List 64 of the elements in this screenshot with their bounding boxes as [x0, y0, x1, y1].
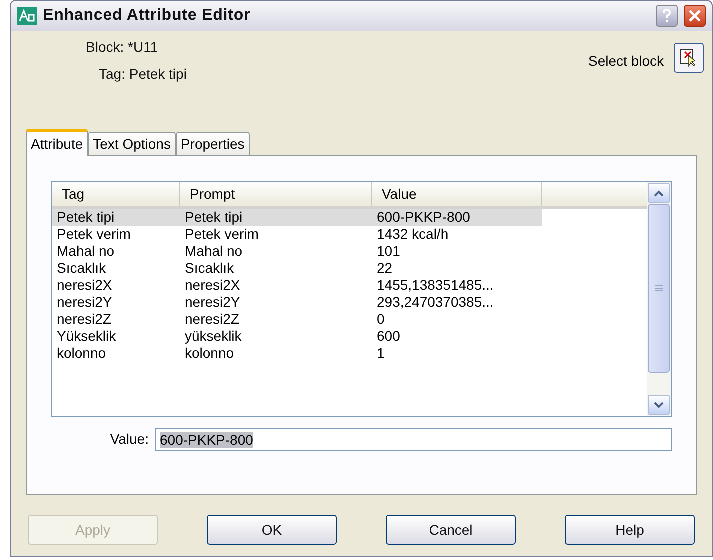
tab[interactable]: Properties [176, 132, 250, 155]
help-button[interactable] [656, 5, 678, 27]
table-cell-text: 101 [376, 243, 402, 260]
tag-label: Tag: Petek tipi [99, 65, 187, 84]
column-header[interactable]: Value [372, 182, 542, 206]
grip-icon [655, 285, 663, 292]
scroll-up-button[interactable] [648, 183, 670, 203]
table-cell-text: yükseklik [184, 328, 243, 345]
chevron-up-icon [654, 190, 664, 196]
table-row[interactable]: Sıcaklık Sıcaklık 22 [52, 260, 542, 277]
app-logo-icon [17, 7, 37, 25]
question-mark-icon [662, 9, 672, 23]
column-header[interactable]: Tag [52, 182, 180, 206]
table-cell-text: Mahal no [56, 243, 116, 260]
table-cell-text: 1432 kcal/h [376, 226, 450, 243]
table-cell-text: Yükseklik [56, 328, 118, 345]
table-cell-text: neresi2Z [184, 311, 240, 328]
table-cell-text: 1455,138351485... [376, 277, 495, 294]
table-row[interactable]: Yükseklik yükseklik 600 [52, 328, 542, 345]
scroll-down-button[interactable] [648, 395, 670, 415]
table-cell-text: 293,2470370385... [376, 294, 495, 311]
value-field[interactable]: 600-PKKP-800 [155, 428, 672, 451]
window-title: Enhanced Attribute Editor [43, 6, 252, 26]
table-cell-text: Mahal no [184, 243, 244, 260]
table-cell-text: Petek verim [184, 226, 260, 243]
table-cell-text: Sıcaklık [56, 260, 108, 277]
pick-cursor-icon [680, 49, 698, 67]
column-header[interactable]: Prompt [180, 182, 372, 206]
chevron-down-icon [654, 402, 664, 408]
close-button[interactable] [684, 5, 706, 27]
table-cell-text: Sıcaklık [184, 260, 236, 277]
close-icon [688, 9, 702, 23]
table-row[interactable]: neresi2Z neresi2Z 0 [52, 311, 542, 328]
dialog-button[interactable]: OK [207, 515, 337, 545]
table-cell-text: 1 [376, 345, 386, 362]
table-row[interactable]: Mahal no Mahal no 101 [52, 243, 542, 260]
table-row[interactable]: kolonno kolonno 1 [52, 345, 542, 362]
tab[interactable]: Attribute [26, 129, 88, 156]
table-cell-text: neresi2X [56, 277, 114, 294]
dialog-button[interactable]: Help [565, 515, 695, 545]
table-cell-text: 600-PKKP-800 [376, 209, 472, 226]
select-block-button[interactable] [674, 43, 704, 73]
table-cell-text: kolonno [184, 345, 236, 362]
table-cell-text: 0 [376, 311, 386, 328]
table-row[interactable]: Petek tipi Petek tipi 600-PKKP-800 [52, 209, 542, 226]
table-cell-text: 22 [376, 260, 394, 277]
value-label: Value: [109, 430, 149, 449]
table-cell-text: Petek verim [56, 226, 132, 243]
scroll-thumb[interactable] [648, 204, 670, 373]
table-cell-text: kolonno [56, 345, 108, 362]
tab[interactable]: Text Options [88, 132, 176, 155]
table-row[interactable]: Petek verim Petek verim 1432 kcal/h [52, 226, 542, 243]
select-block-label: Select block [588, 52, 664, 71]
table-row[interactable]: neresi2Y neresi2Y 293,2470370385... [52, 294, 542, 311]
table-cell-text: neresi2Z [56, 311, 112, 328]
table-cell-text: Petek tipi [184, 209, 244, 226]
table-cell-text: neresi2X [184, 277, 242, 294]
table-cell-text: Petek tipi [56, 209, 116, 226]
block-label: Block: *U11 [86, 38, 160, 57]
table-cell-text: 600 [376, 328, 402, 345]
table-cell-text: neresi2Y [184, 294, 242, 311]
dialog-button[interactable]: Cancel [386, 515, 516, 545]
table-cell-text: neresi2Y [56, 294, 114, 311]
table-row[interactable]: neresi2X neresi2X 1455,138351485... [52, 277, 542, 294]
